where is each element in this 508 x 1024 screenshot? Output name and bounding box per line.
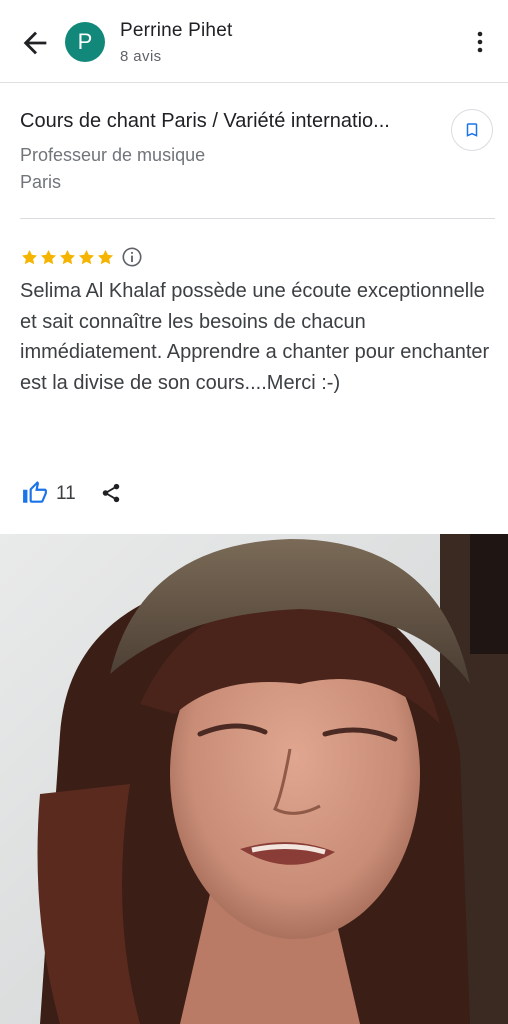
reviewer-avatar[interactable]: P — [65, 22, 105, 62]
place-name[interactable]: Cours de chant Paris / Variété internati… — [20, 110, 430, 133]
star-rating — [20, 246, 143, 268]
person-photo — [0, 534, 508, 1024]
divider — [20, 218, 495, 219]
reviewer-review-count: 8 avis — [120, 48, 162, 65]
reviewer-name[interactable]: Perrine Pihet — [120, 20, 232, 42]
star-icon — [21, 249, 38, 264]
app-header: P Perrine Pihet 8 avis — [0, 0, 508, 83]
star-icon — [40, 249, 57, 264]
place-category: Professeur de musique — [20, 145, 206, 165]
place-info[interactable]: Cours de chant Paris / Variété internati… — [20, 110, 430, 193]
star-icon — [78, 249, 95, 264]
back-arrow-icon[interactable] — [18, 26, 52, 60]
bookmark-icon — [466, 123, 478, 137]
save-button[interactable] — [451, 109, 493, 151]
review-photo[interactable] — [0, 534, 508, 1024]
review-text: Selima Al Khalaf possède une écoute exce… — [20, 280, 490, 394]
star-icon — [97, 249, 114, 264]
like-count: 11 — [56, 483, 76, 504]
star-icon — [59, 249, 76, 264]
share-icon[interactable] — [100, 482, 122, 504]
thumbs-up-icon[interactable] — [22, 480, 48, 506]
place-city: Paris — [20, 172, 62, 192]
more-options-icon[interactable] — [468, 28, 492, 56]
info-icon[interactable] — [121, 246, 143, 268]
